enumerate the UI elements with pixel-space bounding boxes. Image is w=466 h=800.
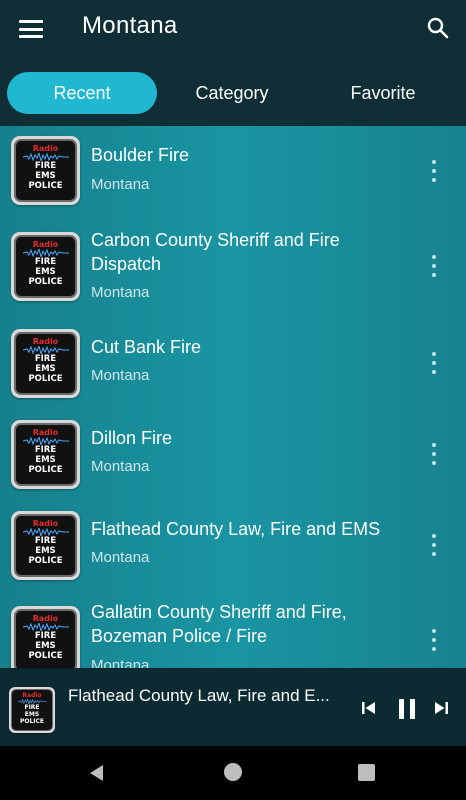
thumbnail-radio-label: Radio xyxy=(32,428,59,437)
list-item[interactable]: Radio FIRE EMS POLICE Flathead County La… xyxy=(0,501,466,593)
thumbnail-police-label: POLICE xyxy=(28,465,63,475)
thumbnail-radio-label: Radio xyxy=(32,337,59,346)
thumbnail-radio-label: Radio xyxy=(32,519,59,528)
thumbnail-fire-label: FIRE xyxy=(34,536,57,546)
skip-next-icon[interactable] xyxy=(432,699,450,717)
thumbnail-police-label: POLICE xyxy=(28,556,63,566)
system-nav-bar xyxy=(0,746,466,800)
thumbnail-police-label: POLICE xyxy=(19,718,45,725)
station-title: Boulder Fire xyxy=(91,145,190,165)
thumbnail-fire-label: FIRE xyxy=(34,354,57,364)
skip-previous-icon[interactable] xyxy=(360,699,378,717)
list-item[interactable]: Radio FIRE EMS POLICE Dillon Fire Montan… xyxy=(0,411,466,501)
station-thumbnail: Radio FIRE EMS POLICE xyxy=(11,136,80,205)
station-subtitle: Montana xyxy=(91,458,150,475)
thumbnail-police-label: POLICE xyxy=(28,277,63,287)
more-options-icon[interactable] xyxy=(428,160,440,182)
station-thumbnail: Radio FIRE EMS POLICE xyxy=(11,329,80,398)
station-title: Gallatin County Sheriff and Fire, Bozema… xyxy=(91,602,347,646)
station-list[interactable]: Radio FIRE EMS POLICE Boulder Fire Monta… xyxy=(0,126,466,668)
thumbnail-ems-label: EMS xyxy=(35,455,56,465)
sound-wave-icon xyxy=(22,153,69,161)
tab-favorite[interactable]: Favorite xyxy=(308,72,458,114)
sound-wave-icon xyxy=(22,528,69,536)
thumbnail-ems-label: EMS xyxy=(35,267,56,277)
station-thumbnail: Radio FIRE EMS POLICE xyxy=(11,511,80,580)
thumbnail-radio-label: Radio xyxy=(22,692,42,699)
station-title: Flathead County Law, Fire and EMS xyxy=(91,519,381,539)
sound-wave-icon xyxy=(22,437,69,445)
station-subtitle: Montana xyxy=(91,284,150,301)
thumbnail-fire-label: FIRE xyxy=(34,445,57,455)
now-playing-bar[interactable]: Radio FIRE EMS POLICE Flathead County La… xyxy=(0,668,466,746)
more-options-icon[interactable] xyxy=(428,352,440,374)
more-options-icon[interactable] xyxy=(428,255,440,277)
station-thumbnail: Radio FIRE EMS POLICE xyxy=(11,606,80,668)
thumbnail-ems-label: EMS xyxy=(35,364,56,374)
thumbnail-ems-label: EMS xyxy=(35,641,56,651)
thumbnail-radio-label: Radio xyxy=(32,614,59,623)
station-thumbnail: Radio FIRE EMS POLICE xyxy=(11,420,80,489)
station-subtitle: Montana xyxy=(91,176,150,193)
station-subtitle: Montana xyxy=(91,657,150,668)
thumbnail-police-label: POLICE xyxy=(28,651,63,661)
home-icon[interactable] xyxy=(224,763,242,781)
sound-wave-icon xyxy=(22,623,69,631)
list-item[interactable]: Radio FIRE EMS POLICE Gallatin County Sh… xyxy=(0,593,466,668)
station-subtitle: Montana xyxy=(91,549,150,566)
thumbnail-police-label: POLICE xyxy=(28,374,63,384)
station-title: Carbon County Sheriff and Fire Dispatch xyxy=(91,230,340,274)
player-thumbnail: Radio FIRE EMS POLICE xyxy=(9,687,55,733)
more-options-icon[interactable] xyxy=(428,443,440,465)
pause-icon[interactable] xyxy=(396,697,418,721)
thumbnail-ems-label: EMS xyxy=(24,711,40,718)
app-bar: Montana xyxy=(0,0,466,58)
list-item[interactable]: Radio FIRE EMS POLICE Boulder Fire Monta… xyxy=(0,126,466,222)
sound-wave-icon xyxy=(22,346,69,354)
thumbnail-fire-label: FIRE xyxy=(34,257,57,267)
thumbnail-fire-label: FIRE xyxy=(34,161,57,171)
thumbnail-fire-label: FIRE xyxy=(34,631,57,641)
thumbnail-fire-label: FIRE xyxy=(24,704,40,711)
recent-apps-icon[interactable] xyxy=(358,764,375,781)
tab-recent[interactable]: Recent xyxy=(7,72,157,114)
more-options-icon[interactable] xyxy=(428,629,440,651)
hamburger-menu-icon[interactable] xyxy=(18,17,44,41)
tab-category[interactable]: Category xyxy=(157,72,307,114)
now-playing-title: Flathead County Law, Fire and E... xyxy=(68,686,330,705)
station-subtitle: Montana xyxy=(91,367,150,384)
station-thumbnail: Radio FIRE EMS POLICE xyxy=(11,232,80,301)
sound-wave-icon xyxy=(22,249,69,257)
thumbnail-police-label: POLICE xyxy=(28,181,63,191)
station-title: Cut Bank Fire xyxy=(91,337,202,357)
page-title: Montana xyxy=(82,12,178,39)
back-icon[interactable] xyxy=(87,763,107,783)
list-item[interactable]: Radio FIRE EMS POLICE Cut Bank Fire Mont… xyxy=(0,319,466,411)
thumbnail-ems-label: EMS xyxy=(35,171,56,181)
thumbnail-ems-label: EMS xyxy=(35,546,56,556)
list-item[interactable]: Radio FIRE EMS POLICE Carbon County Sher… xyxy=(0,222,466,319)
thumbnail-radio-label: Radio xyxy=(32,144,59,153)
tab-bar: Recent Category Favorite xyxy=(0,58,466,126)
search-icon[interactable] xyxy=(426,16,450,40)
thumbnail-radio-label: Radio xyxy=(32,240,59,249)
more-options-icon[interactable] xyxy=(428,534,440,556)
station-title: Dillon Fire xyxy=(91,428,173,448)
